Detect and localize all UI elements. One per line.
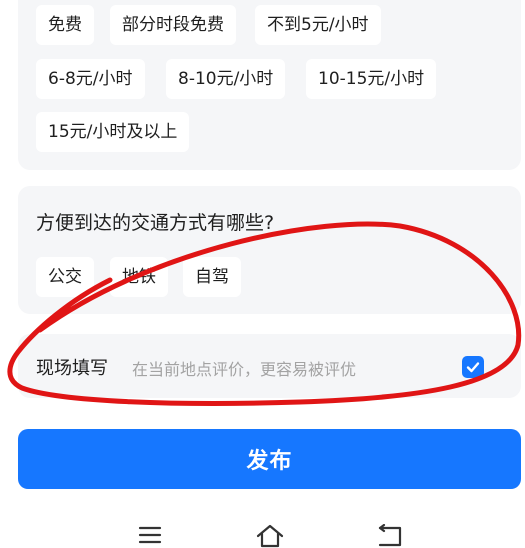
fee-option-15-plus[interactable]: 15元/小时及以上 xyxy=(36,112,190,152)
fee-option-under-5[interactable]: 不到5元/小时 xyxy=(255,5,381,45)
fee-option-8-10[interactable]: 8-10元/小时 xyxy=(166,59,286,99)
transport-card xyxy=(18,186,521,314)
onsite-checkbox[interactable] xyxy=(462,356,484,378)
onsite-hint: 在当前地点评价，更容易被评优 xyxy=(132,360,357,379)
home-icon[interactable] xyxy=(255,524,285,548)
transport-option-subway[interactable]: 地铁 xyxy=(110,257,168,297)
back-icon[interactable] xyxy=(376,524,404,548)
transport-option-bus[interactable]: 公交 xyxy=(36,257,94,297)
fee-option-10-15[interactable]: 10-15元/小时 xyxy=(306,59,437,99)
publish-button[interactable]: 发布 xyxy=(18,429,521,489)
fee-option-6-8[interactable]: 6-8元/小时 xyxy=(36,59,145,99)
transport-question: 方便到达的交通方式有哪些? xyxy=(36,212,275,234)
fee-option-free[interactable]: 免费 xyxy=(36,5,94,45)
fee-option-partial-free[interactable]: 部分时段免费 xyxy=(110,5,236,45)
page: 免费 部分时段免费 不到5元/小时 6-8元/小时 8-10元/小时 10-15… xyxy=(0,0,525,548)
system-nav-bar xyxy=(0,510,525,548)
menu-icon[interactable] xyxy=(138,524,162,546)
transport-option-drive[interactable]: 自驾 xyxy=(183,257,241,297)
check-icon xyxy=(466,362,480,373)
onsite-label: 现场填写 xyxy=(36,358,108,379)
